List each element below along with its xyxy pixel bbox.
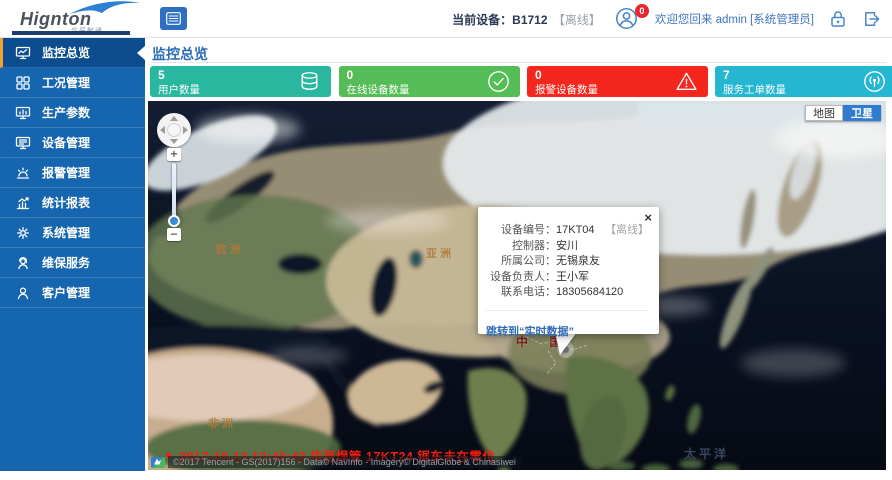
monitor-overview-icon	[15, 45, 31, 61]
sidebar-nav: 监控总览 工况管理 生产参数	[0, 38, 145, 471]
stat-card-alarm-devices: 0 报警设备数量	[527, 66, 708, 97]
popup-field-value: 18305684120	[556, 285, 623, 301]
sidebar-item-stats-report[interactable]: 统计报表	[0, 188, 145, 218]
stat-card-service-orders: 7 服务工单数量	[715, 66, 892, 97]
sidebar-item-production-params[interactable]: 生产参数	[0, 98, 145, 128]
sidebar-item-label: 统计报表	[42, 194, 90, 211]
map-attribution: ©2017 Tencent - GS(2017)156 - Data© NavI…	[151, 456, 521, 468]
popup-field-label: 控制器：	[486, 239, 556, 255]
popup-field-label: 所属公司：	[486, 254, 556, 270]
zoom-slider[interactable]	[172, 163, 176, 226]
logout-icon[interactable]	[862, 9, 882, 29]
sidebar-item-alarm-mgmt[interactable]: 报警管理	[0, 158, 145, 188]
sidebar-item-monitor-overview[interactable]: 监控总览	[0, 38, 145, 68]
device-monitor-icon	[15, 135, 31, 151]
warning-icon	[674, 69, 699, 94]
pan-right-icon[interactable]	[183, 126, 188, 134]
support-icon	[15, 255, 31, 271]
sidebar-item-work-status[interactable]: 工况管理	[0, 68, 145, 98]
popup-field-label: 设备编号：	[486, 223, 556, 239]
broadcast-icon	[862, 69, 887, 94]
sidebar-item-device-mgmt[interactable]: 设备管理	[0, 128, 145, 158]
brand-logo: Hignton 华辰智通	[12, 1, 144, 37]
popup-field-value: 无锡泉友	[556, 254, 600, 270]
pan-center-icon[interactable]	[167, 123, 181, 137]
popup-field-value: 王小军	[556, 270, 589, 286]
stat-label: 报警设备数量	[535, 82, 598, 97]
sidebar-item-label: 监控总览	[42, 44, 90, 61]
stat-label: 用户数量	[158, 82, 200, 97]
stat-value: 5	[158, 68, 165, 82]
popup-row-controller: 控制器： 安川	[486, 239, 649, 255]
popup-field-value: 17KT04	[556, 223, 595, 239]
chart-icon	[15, 195, 31, 211]
attribution-text: ©2017 Tencent - GS(2017)156 - Data© NavI…	[168, 456, 521, 468]
sidebar-item-label: 设备管理	[42, 134, 90, 151]
zoom-slider-knob[interactable]	[168, 215, 180, 227]
sidebar-item-label: 系统管理	[42, 224, 90, 241]
stat-card-users: 5 用户数量	[150, 66, 331, 97]
current-device-value: 当前设备：B1712	[452, 13, 547, 27]
sidebar-item-label: 客户管理	[42, 284, 90, 301]
logo-underline	[12, 31, 130, 35]
welcome-text: 欢迎您回来 admin [系统管理员]	[655, 11, 814, 27]
sidebar-item-label: 生产参数	[42, 104, 90, 121]
app-window: Hignton 华辰智通 当前设备：B1712 【离线】 0	[0, 0, 892, 480]
database-icon	[297, 69, 322, 94]
popup-field-label: 联系电话：	[486, 285, 556, 301]
popup-device-status: 【离线】	[605, 223, 649, 239]
grid-icon	[15, 75, 31, 91]
zoom-out-button[interactable]: −	[167, 228, 181, 241]
realtime-data-link[interactable]: 跳转到“实时数据”	[486, 323, 649, 339]
satellite-map[interactable]: 欧洲 亚洲 非洲 中 国 太平洋 地图 卫星 + − ×	[148, 101, 886, 470]
pan-down-icon[interactable]	[170, 139, 178, 144]
sidebar-item-label: 报警管理	[42, 164, 90, 181]
tencent-map-logo-icon	[151, 457, 165, 468]
check-circle-icon	[486, 69, 511, 94]
gear-icon	[15, 225, 31, 241]
header-right-cluster: 当前设备：B1712 【离线】 0 欢迎您回来 admin [系统管理员]	[452, 0, 882, 38]
popup-row-company: 所属公司： 无锡泉友	[486, 254, 649, 270]
stat-value: 0	[347, 68, 354, 82]
popup-divider	[486, 310, 649, 311]
popup-row-owner: 设备负责人： 王小军	[486, 270, 649, 286]
zoom-in-button[interactable]: +	[167, 148, 181, 161]
map-type-normal-button[interactable]: 地图	[805, 105, 843, 121]
map-type-satellite-button[interactable]: 卫星	[843, 105, 881, 121]
popup-row-phone: 联系电话： 18305684120	[486, 285, 649, 301]
notification-badge[interactable]: 0	[635, 4, 649, 18]
sidebar-item-label: 工况管理	[42, 74, 90, 91]
current-device-text: 当前设备：B1712 【离线】	[452, 11, 601, 28]
pan-left-icon[interactable]	[160, 126, 165, 134]
top-header: Hignton 华辰智通 当前设备：B1712 【离线】 0	[0, 0, 892, 38]
alarm-icon	[15, 165, 31, 181]
device-status: 【离线】	[553, 13, 601, 27]
popup-field-label: 设备负责人：	[486, 270, 556, 286]
sidebar-item-maintenance-service[interactable]: 维保服务	[0, 248, 145, 278]
user-menu-button[interactable]: 0	[615, 7, 641, 31]
sidebar-item-system-mgmt[interactable]: 系统管理	[0, 218, 145, 248]
stat-label: 服务工单数量	[723, 82, 786, 97]
active-item-notch	[137, 46, 145, 60]
customer-icon	[15, 285, 31, 301]
popup-field-value: 安川	[556, 239, 578, 255]
map-type-toggle: 地图 卫星	[805, 105, 881, 121]
sidebar-item-label: 维保服务	[42, 254, 90, 271]
hamburger-icon	[166, 12, 181, 25]
popup-row-device-id: 设备编号： 17KT04 【离线】	[486, 223, 649, 239]
sidebar-toggle-button[interactable]	[160, 7, 187, 30]
stat-value: 7	[723, 68, 730, 82]
sidebar-item-customer-mgmt[interactable]: 客户管理	[0, 278, 145, 308]
map-pan-control[interactable]	[157, 113, 191, 147]
stat-label: 在线设备数量	[347, 82, 410, 97]
device-info-popup: × 设备编号： 17KT04 【离线】 控制器： 安川 所属公司： 无锡泉友 设…	[478, 207, 659, 334]
stat-card-online-devices: 0 在线设备数量	[339, 66, 520, 97]
popup-close-button[interactable]: ×	[644, 211, 652, 224]
stat-value: 0	[535, 68, 542, 82]
pan-up-icon[interactable]	[170, 116, 178, 121]
lock-icon[interactable]	[828, 9, 848, 29]
title-divider	[150, 62, 886, 63]
page-title: 监控总览	[152, 44, 208, 64]
production-params-icon	[15, 105, 31, 121]
